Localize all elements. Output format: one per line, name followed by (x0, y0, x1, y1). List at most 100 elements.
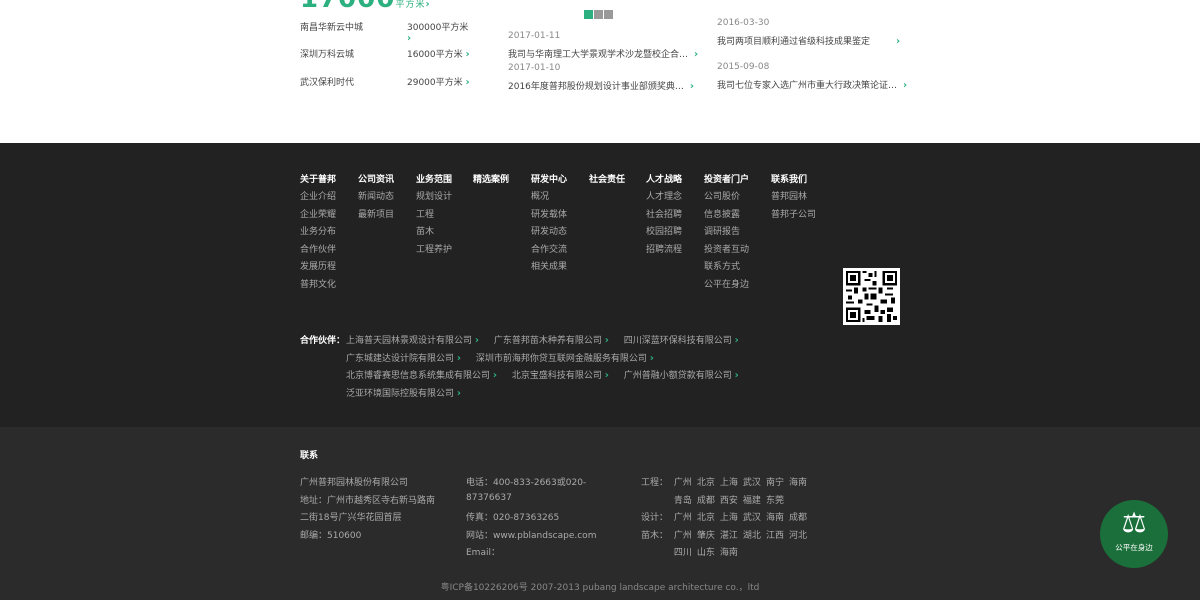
nav-link[interactable]: 相关成果 (531, 259, 567, 277)
nav-link[interactable]: 工程养护 (416, 242, 452, 260)
nav-link[interactable]: 公平在身边 (704, 277, 749, 295)
nav-link[interactable]: 新闻动态 (358, 189, 394, 207)
city-link[interactable]: 青岛 (674, 496, 692, 506)
chevron-right-icon: › (734, 370, 739, 381)
city-link[interactable]: 北京 (697, 478, 715, 488)
city-link[interactable]: 广州 (674, 513, 692, 523)
nav-link[interactable]: 业务分布 (300, 224, 336, 242)
nav-heading[interactable]: 联系我们 (771, 172, 816, 189)
nav-link[interactable]: 普邦园林 (771, 189, 816, 207)
city-row: 工程： 广州 北京 上海 武汉 南宁 海南 (641, 478, 807, 488)
chevron-right-icon: › (407, 33, 412, 44)
fairness-badge-button[interactable]: ⚖ 公平在身边 (1100, 500, 1168, 568)
nav-link[interactable]: 普邦文化 (300, 277, 336, 295)
news-item[interactable]: 2015-09-08 我司七位专家入选广州市重大行政决策论证… › (717, 62, 907, 91)
nav-link[interactable]: 信息披露 (704, 207, 749, 225)
carousel-dot[interactable] (594, 10, 603, 19)
city-link[interactable]: 海南 (766, 513, 784, 523)
partner-link[interactable]: 四川深蓝环保科技有限公司 › (624, 335, 739, 346)
phone-line: 电话：400-833-2663或020- (466, 478, 587, 488)
partner-link[interactable]: 北京宝盛科技有限公司 › (512, 370, 609, 381)
partners-row: 广东城建达设计院有限公司 › 深圳市前海邦你贷互联网金融服务有限公司 › (346, 351, 666, 364)
partners-label: 合作伙伴： (300, 336, 346, 346)
nav-heading[interactable]: 投资者门户 (704, 172, 749, 189)
footer-nav: 关于普邦 企业介绍 企业荣耀 业务分布 合作伙伴 发展历程 普邦文化 公司资讯 … (0, 143, 1200, 427)
partner-link[interactable]: 广东普邦苗木种养有限公司 › (494, 335, 609, 346)
carousel-dots[interactable] (584, 10, 614, 22)
city-link[interactable]: 四川 (674, 548, 692, 558)
nav-heading[interactable]: 业务范围 (416, 172, 452, 189)
nav-link[interactable]: 规划设计 (416, 189, 452, 207)
news-item[interactable]: 2016-03-30 我司两项目顺利通过省级科技成果鉴定 › (717, 18, 900, 47)
city-link[interactable]: 上海 (720, 513, 738, 523)
nav-link[interactable]: 校园招聘 (646, 224, 682, 242)
contact-heading: 联系 (300, 451, 319, 461)
city-link[interactable]: 湖北 (743, 531, 761, 541)
city-link[interactable]: 东莞 (766, 496, 784, 506)
nav-heading[interactable]: 关于普邦 (300, 172, 336, 189)
city-link[interactable]: 武汉 (743, 478, 761, 488)
city-link[interactable]: 海南 (720, 548, 738, 558)
nav-link[interactable]: 社会招聘 (646, 207, 682, 225)
nav-link[interactable]: 概况 (531, 189, 567, 207)
nav-link[interactable]: 工程 (416, 207, 452, 225)
nav-col-cases: 精选案例 (473, 172, 509, 189)
nav-link[interactable]: 联系方式 (704, 259, 749, 277)
carousel-dot[interactable] (584, 10, 593, 19)
city-link[interactable]: 山东 (697, 548, 715, 558)
nav-heading[interactable]: 人才战略 (646, 172, 682, 189)
city-link[interactable]: 广州 (674, 478, 692, 488)
partner-link[interactable]: 广东城建达设计院有限公司 › (346, 353, 461, 364)
city-link[interactable]: 福建 (743, 496, 761, 506)
nav-col-news: 公司资讯 新闻动态 最新项目 (358, 172, 394, 224)
nav-link[interactable]: 人才理念 (646, 189, 682, 207)
nav-link[interactable]: 招聘流程 (646, 242, 682, 260)
city-link[interactable]: 西安 (720, 496, 738, 506)
nav-link[interactable]: 发展历程 (300, 259, 336, 277)
city-link[interactable]: 肇庆 (697, 531, 715, 541)
partner-link[interactable]: 上海普天园林景观设计有限公司 › (346, 335, 479, 346)
city-link[interactable]: 南宁 (766, 478, 784, 488)
city-link[interactable]: 江西 (766, 531, 784, 541)
city-link[interactable]: 广州 (674, 531, 692, 541)
nav-heading[interactable]: 社会责任 (589, 172, 625, 189)
city-link[interactable]: 湛江 (720, 531, 738, 541)
website-link[interactable]: 网站：www.pblandscape.com (466, 528, 596, 546)
news-item[interactable]: 2017-01-11 我司与华南理工大学景观学术沙龙暨校企合… › (508, 31, 698, 60)
partner-link[interactable]: 北京博睿赛思信息系统集成有限公司 › (346, 370, 497, 381)
news-item[interactable]: 2017-01-10 2016年度普邦股份规划设计事业部颁奖典… › (508, 63, 694, 92)
city-link[interactable]: 北京 (697, 513, 715, 523)
carousel-dot[interactable] (604, 10, 613, 19)
nav-link[interactable]: 企业荣耀 (300, 207, 336, 225)
nav-col-contact: 联系我们 普邦园林 普邦子公司 (771, 172, 816, 224)
city-link[interactable]: 成都 (789, 513, 807, 523)
city-link[interactable]: 武汉 (743, 513, 761, 523)
nav-heading[interactable]: 公司资讯 (358, 172, 394, 189)
partner-link[interactable]: 深圳市前海邦你贷互联网金融服务有限公司 › (476, 353, 654, 364)
chevron-right-icon: › (465, 77, 470, 88)
nav-link[interactable]: 最新项目 (358, 207, 394, 225)
partner-link[interactable]: 广州普融小额贷款有限公司 › (624, 370, 739, 381)
nav-link[interactable]: 合作伙伴 (300, 242, 336, 260)
nav-link[interactable]: 研发载体 (531, 207, 567, 225)
nav-link[interactable]: 公司股价 (704, 189, 749, 207)
nav-heading[interactable]: 精选案例 (473, 172, 509, 189)
nav-link[interactable]: 研发动态 (531, 224, 567, 242)
city-link[interactable]: 海南 (789, 478, 807, 488)
nav-link[interactable]: 普邦子公司 (771, 207, 816, 225)
nav-heading[interactable]: 研发中心 (531, 172, 567, 189)
city-link[interactable]: 成都 (697, 496, 715, 506)
city-link[interactable]: 上海 (720, 478, 738, 488)
nav-link[interactable]: 投资者互动 (704, 242, 749, 260)
chevron-right-icon: › (465, 49, 470, 60)
partners-row: 泛亚环境国际控股有限公司 › (346, 386, 473, 399)
nav-link[interactable]: 企业介绍 (300, 189, 336, 207)
company-info: 广州普邦园林股份有限公司 地址：广州市越秀区寺右新马路南 二街18号广兴华花园首… (300, 475, 435, 545)
nav-link[interactable]: 合作交流 (531, 242, 567, 260)
chevron-right-icon: › (694, 49, 699, 60)
nav-col-rnd: 研发中心 概况 研发载体 研发动态 合作交流 相关成果 (531, 172, 567, 277)
city-link[interactable]: 河北 (789, 531, 807, 541)
nav-link[interactable]: 调研报告 (704, 224, 749, 242)
nav-link[interactable]: 苗木 (416, 224, 452, 242)
partner-link[interactable]: 泛亚环境国际控股有限公司 › (346, 388, 461, 399)
